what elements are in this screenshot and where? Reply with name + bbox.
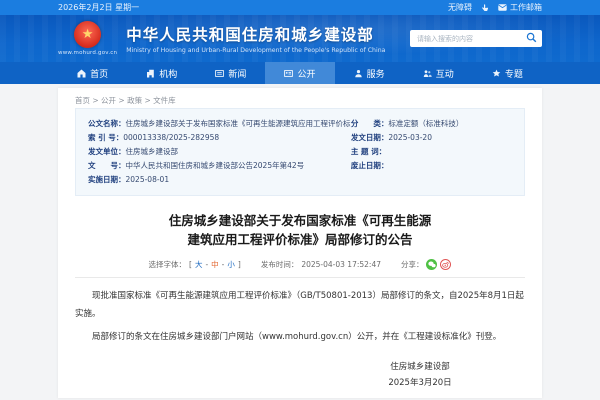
nav-item-home[interactable]: 首页: [58, 62, 127, 84]
article-title-line2: 建筑应用工程评价标准》局部修订的公告: [75, 230, 525, 249]
meta-label: 实施日期：: [88, 175, 126, 184]
meta-row-doc-name: 公文名称：住房城乡建设部关于发布国家标准《可再生能源建筑应用工程评价标准》局部修…: [88, 117, 351, 131]
search-icon: [526, 31, 537, 46]
nav-item-topics[interactable]: 专题: [473, 62, 542, 84]
meta-row-subject-words: 主 题 词：: [351, 145, 512, 159]
meta-value: 000013338/2025-282958: [123, 133, 219, 142]
nav-label: 专题: [505, 67, 523, 80]
signature-block: 住房城乡建设部 2025年3月20日: [315, 359, 525, 392]
meta-row-issuing-unit: 发文单位：住房城乡建设部: [88, 145, 351, 159]
date-display: 2026年2月2日 星期一: [58, 2, 139, 13]
nav-label: 机构: [159, 67, 177, 80]
page-body: 首页 > 公开 > 政策 > 文件库 公文名称：住房城乡建设部关于发布国家标准《…: [0, 84, 600, 398]
document-metadata-box: 公文名称：住房城乡建设部关于发布国家标准《可再生能源建筑应用工程评价标准》局部修…: [75, 108, 525, 196]
signature-org: 住房城乡建设部: [315, 359, 525, 376]
star-icon: [492, 69, 501, 78]
nav-label: 公开: [297, 67, 315, 80]
meta-value: 住房城乡建设部关于发布国家标准《可再生能源建筑应用工程评价标准》局部修订的公告: [126, 119, 351, 128]
accessibility-link[interactable]: 无障碍: [448, 2, 472, 13]
people-icon: [423, 69, 432, 78]
signature-date: 2025年3月20日: [315, 375, 525, 392]
nav-item-services[interactable]: 服务: [335, 62, 404, 84]
home-icon: [77, 69, 86, 78]
weibo-share-icon[interactable]: [440, 259, 451, 270]
search-box: [410, 30, 542, 47]
nav-label: 首页: [90, 67, 108, 80]
article-body: 现批准国家标准《可再生能源建筑应用工程评价标准》（GB/T50801-2013）…: [75, 287, 525, 347]
publish-time-label: 发布时间：: [261, 259, 299, 270]
nav-item-disclosure[interactable]: 公开: [265, 62, 334, 84]
paragraph: 现批准国家标准《可再生能源建筑应用工程评价标准》（GB/T50801-2013）…: [75, 287, 525, 324]
site-header: ★ www.mohurd.gov.cn 中华人民共和国住房和城乡建设部 Mini…: [0, 15, 600, 62]
meta-value: 2025-08-01: [126, 175, 170, 184]
bracket: [: [189, 260, 192, 269]
mailbox-label: 工作邮箱: [510, 2, 542, 13]
meta-label: 发文单位：: [88, 147, 126, 156]
nav-label: 新闻: [228, 67, 246, 80]
ministry-title-english: Ministry of Housing and Urban-Rural Deve…: [126, 47, 385, 54]
font-size-medium-button[interactable]: 中: [211, 259, 219, 270]
meta-value: 标准定额（标准科技）: [388, 119, 463, 128]
newspaper-icon: [215, 69, 224, 78]
paragraph: 局部修订的条文在住房城乡建设部门户网站（www.mohurd.gov.cn）公开…: [75, 328, 525, 346]
meta-value: 2025-03-20: [388, 133, 432, 142]
meta-row-index-number: 索 引 号：000013338/2025-282958: [88, 131, 351, 145]
meta-row-implementation-date: 实施日期：2025-08-01: [88, 173, 351, 187]
separator: -: [222, 260, 225, 269]
meta-row-doc-number: 文 号：中华人民共和国住房和城乡建设部公告2025年第42号: [88, 159, 351, 173]
national-emblem: ★ www.mohurd.gov.cn: [58, 21, 117, 56]
publish-time-value: 2025-04-03 17:52:47: [301, 260, 381, 269]
meta-label: 分 类：: [351, 119, 389, 128]
font-size-small-button[interactable]: 小: [227, 259, 235, 270]
person-icon: [354, 69, 363, 78]
mailbox-link[interactable]: 工作邮箱: [498, 2, 542, 13]
main-navigation: 首页 机构 新闻 公开 服务 互动 专题: [0, 62, 600, 84]
nav-label: 服务: [367, 67, 385, 80]
hand-icon[interactable]: [481, 4, 489, 12]
font-size-large-button[interactable]: 大: [195, 259, 203, 270]
separator: -: [205, 260, 208, 269]
font-size-label: 选择字体：: [149, 259, 187, 270]
emblem-icon: ★: [74, 21, 101, 48]
top-utility-bar: 2026年2月2日 星期一 无障碍 工作邮箱: [0, 0, 600, 15]
search-button[interactable]: [526, 31, 537, 46]
meta-row-issue-date: 发文日期：2025-03-20: [351, 131, 512, 145]
bracket: ]: [238, 260, 241, 269]
meta-label: 索 引 号：: [88, 133, 123, 142]
meta-value: 中华人民共和国住房和城乡建设部公告2025年第42号: [126, 161, 305, 170]
wechat-share-icon[interactable]: [426, 259, 437, 270]
meta-value: 住房城乡建设部: [126, 147, 179, 156]
nav-label: 互动: [436, 67, 454, 80]
breadcrumb-path: 首页 > 公开 > 政策 > 文件库: [75, 95, 176, 106]
meta-label: 文 号：: [88, 161, 126, 170]
accessibility-label: 无障碍: [448, 2, 472, 13]
nav-item-interaction[interactable]: 互动: [404, 62, 473, 84]
building-icon: [146, 69, 155, 78]
meta-label: 公文名称：: [88, 119, 126, 128]
id-card-icon: [284, 69, 293, 78]
article-title-line1: 住房城乡建设部关于发布国家标准《可再生能源: [75, 211, 525, 230]
meta-label: 发文日期：: [351, 133, 389, 142]
article-title: 住房城乡建设部关于发布国家标准《可再生能源 建筑应用工程评价标准》局部修订的公告: [75, 211, 525, 250]
content-card: 首页 > 公开 > 政策 > 文件库 公文名称：住房城乡建设部关于发布国家标准《…: [58, 88, 542, 398]
ministry-title: 中华人民共和国住房和城乡建设部: [126, 23, 385, 45]
meta-label: 主 题 词：: [351, 147, 386, 156]
meta-label: 废止日期：: [351, 161, 389, 170]
breadcrumb[interactable]: 首页 > 公开 > 政策 > 文件库: [75, 93, 525, 108]
nav-item-organization[interactable]: 机构: [127, 62, 196, 84]
site-url: www.mohurd.gov.cn: [58, 50, 117, 56]
search-input[interactable]: [415, 34, 526, 44]
share-label: 分享：: [401, 259, 424, 270]
meta-row-category: 分 类：标准定额（标准科技）: [351, 117, 512, 131]
meta-row-repeal-date: 废止日期：: [351, 159, 512, 173]
title-divider: [75, 277, 525, 278]
article-meta-line: 选择字体：[大-中-小] 发布时间：2025-04-03 17:52:47 分享…: [75, 259, 525, 270]
envelope-icon: [498, 4, 507, 11]
nav-item-news[interactable]: 新闻: [196, 62, 265, 84]
